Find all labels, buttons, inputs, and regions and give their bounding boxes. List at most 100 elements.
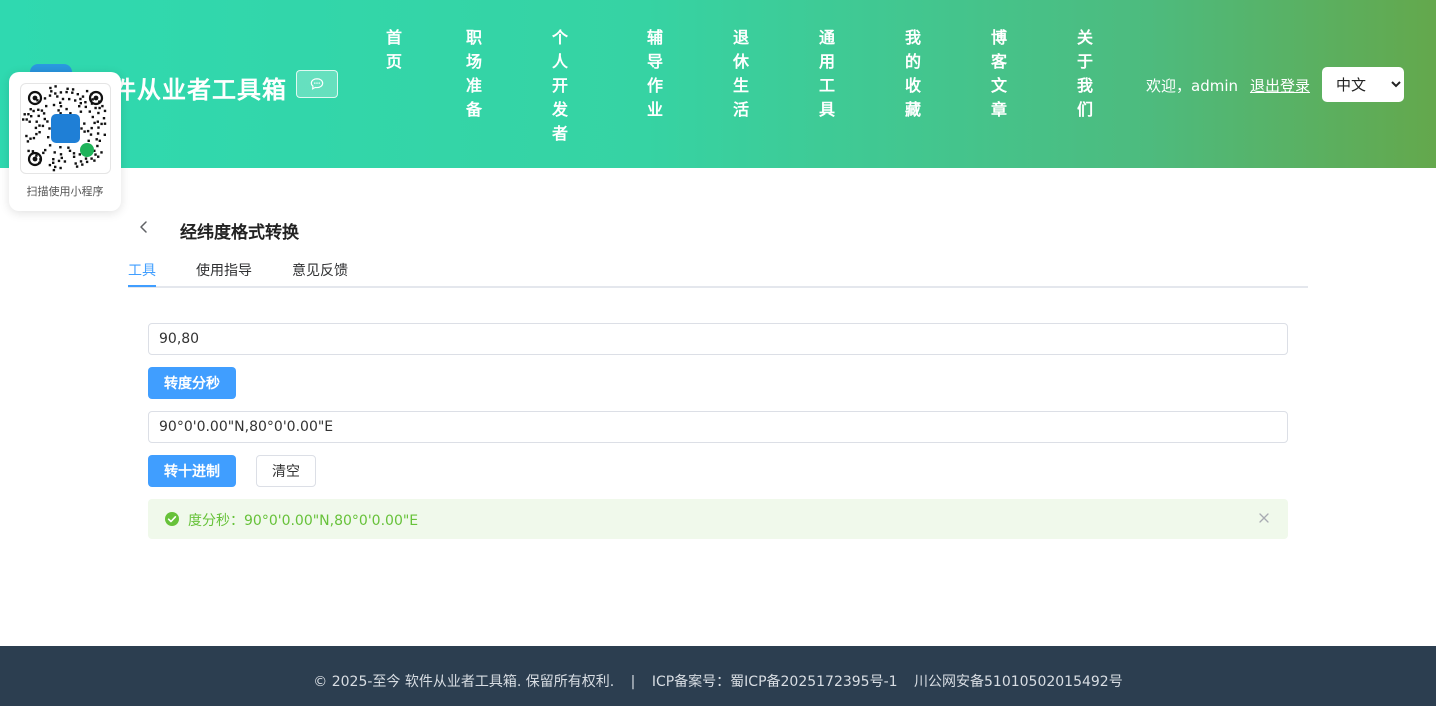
nav-retirement[interactable]: 退休生活 bbox=[731, 26, 751, 122]
qr-module bbox=[89, 133, 93, 136]
qr-module bbox=[32, 136, 36, 140]
qr-module bbox=[25, 134, 28, 138]
qr-module bbox=[22, 118, 25, 121]
qr-module bbox=[50, 90, 53, 93]
qr-module bbox=[44, 148, 47, 152]
to-dms-button[interactable]: 转度分秒 bbox=[148, 367, 236, 399]
qr-module bbox=[78, 105, 81, 108]
qr-module bbox=[48, 163, 52, 167]
qr-module bbox=[45, 104, 48, 108]
footer-icp-link[interactable]: ICP备案号：蜀ICP备2025172395号-1 bbox=[652, 674, 898, 690]
nav-homework[interactable]: 辅导作业 bbox=[645, 26, 665, 122]
qr-module bbox=[71, 88, 75, 91]
clear-button[interactable]: 清空 bbox=[256, 455, 316, 487]
qr-module bbox=[46, 120, 49, 123]
qr-module bbox=[63, 160, 67, 163]
logout-link[interactable]: 退出登录 bbox=[1250, 75, 1310, 96]
qr-module bbox=[37, 108, 40, 111]
qr-module bbox=[85, 89, 89, 93]
qr-module bbox=[27, 113, 30, 116]
qr-module bbox=[28, 120, 31, 123]
qr-module bbox=[75, 165, 79, 168]
qr-module bbox=[97, 155, 100, 158]
site-header: 件从业者工具箱 首页 职场准备 个人开发者 辅导作业 退休生活 通用工具 我的收… bbox=[0, 0, 1436, 168]
qr-module bbox=[42, 112, 46, 115]
site-footer: © 2025-至今 软件从业者工具箱. 保留所有权利. | ICP备案号：蜀IC… bbox=[0, 646, 1436, 706]
welcome-text: 欢迎，admin bbox=[1146, 77, 1238, 95]
close-icon[interactable] bbox=[1258, 512, 1270, 524]
qr-module bbox=[79, 97, 82, 101]
qr-module bbox=[103, 109, 107, 113]
qr-module bbox=[54, 85, 57, 88]
qr-module bbox=[93, 159, 96, 162]
page-title: 经纬度格式转换 bbox=[180, 223, 299, 243]
nav-favorites[interactable]: 我的收藏 bbox=[903, 26, 923, 122]
qr-module bbox=[30, 115, 33, 118]
nav-about[interactable]: 关于我们 bbox=[1075, 26, 1095, 122]
qr-module bbox=[84, 157, 88, 160]
nav-general-tools[interactable]: 通用工具 bbox=[817, 26, 837, 122]
back-arrow-icon[interactable] bbox=[136, 219, 152, 235]
tab-feedback[interactable]: 意见反馈 bbox=[292, 260, 348, 280]
qr-module bbox=[29, 108, 32, 111]
to-decimal-button[interactable]: 转十进制 bbox=[148, 455, 236, 487]
qr-popup: 扫描使用小程序 bbox=[9, 72, 121, 211]
decimal-coordinates-input[interactable] bbox=[148, 323, 1288, 355]
qr-module bbox=[59, 91, 63, 94]
nav-indie-dev[interactable]: 个人开发者 bbox=[550, 26, 570, 146]
nav-home[interactable]: 首页 bbox=[384, 26, 404, 74]
qr-module bbox=[49, 86, 52, 90]
footer-copyright: © 2025-至今 软件从业者工具箱. 保留所有权利. bbox=[313, 674, 615, 690]
qr-module bbox=[52, 103, 56, 107]
qr-module bbox=[52, 158, 55, 161]
qr-module bbox=[35, 154, 38, 157]
qr-module bbox=[97, 111, 100, 115]
qr-module bbox=[81, 163, 84, 166]
qr-module bbox=[79, 160, 83, 163]
qr-module bbox=[53, 151, 56, 154]
nav-blog[interactable]: 博客文章 bbox=[989, 26, 1009, 122]
qr-module bbox=[86, 129, 90, 133]
qr-module bbox=[74, 99, 77, 102]
qr-module bbox=[23, 113, 26, 116]
qr-module bbox=[25, 118, 28, 121]
tab-tool[interactable]: 工具 bbox=[128, 260, 156, 280]
qr-module bbox=[57, 159, 61, 163]
site-title[interactable]: 件从业者工具箱 bbox=[112, 70, 287, 105]
qr-module bbox=[79, 102, 82, 105]
qr-module bbox=[35, 132, 38, 136]
qr-module bbox=[84, 101, 87, 104]
qr-module bbox=[61, 97, 65, 101]
qr-module bbox=[87, 139, 90, 142]
qr-module bbox=[27, 149, 30, 153]
mini-app-logo bbox=[51, 114, 80, 143]
qr-module bbox=[84, 105, 87, 109]
qr-module bbox=[98, 106, 101, 110]
nav-career-prep[interactable]: 职场准备 bbox=[464, 26, 484, 122]
qr-module bbox=[94, 106, 97, 110]
qr-module bbox=[96, 144, 99, 148]
footer-police-link[interactable]: 川公网安备51010502015492号 bbox=[914, 674, 1123, 690]
qr-module bbox=[59, 146, 62, 149]
qr-module bbox=[48, 94, 52, 97]
qr-module bbox=[32, 109, 35, 113]
qr-module bbox=[65, 90, 68, 94]
dms-coordinates-input[interactable] bbox=[148, 411, 1288, 443]
tab-bar: 工具 使用指导 意见反馈 bbox=[128, 258, 1308, 288]
qr-module bbox=[83, 130, 86, 133]
qr-module bbox=[56, 95, 59, 98]
qr-module bbox=[72, 152, 76, 155]
qr-module bbox=[40, 109, 44, 112]
qr-module bbox=[59, 166, 62, 170]
mini-program-badge bbox=[80, 143, 94, 157]
qr-module bbox=[88, 110, 91, 113]
chat-button[interactable] bbox=[296, 70, 338, 98]
qr-module bbox=[91, 98, 94, 101]
qr-module bbox=[41, 124, 45, 128]
qr-module bbox=[103, 122, 107, 125]
tab-usage-guide[interactable]: 使用指导 bbox=[196, 260, 252, 280]
qr-module bbox=[95, 138, 98, 141]
qr-module bbox=[100, 151, 103, 154]
qr-module bbox=[85, 160, 89, 164]
language-select[interactable]: 中文 bbox=[1322, 67, 1404, 102]
